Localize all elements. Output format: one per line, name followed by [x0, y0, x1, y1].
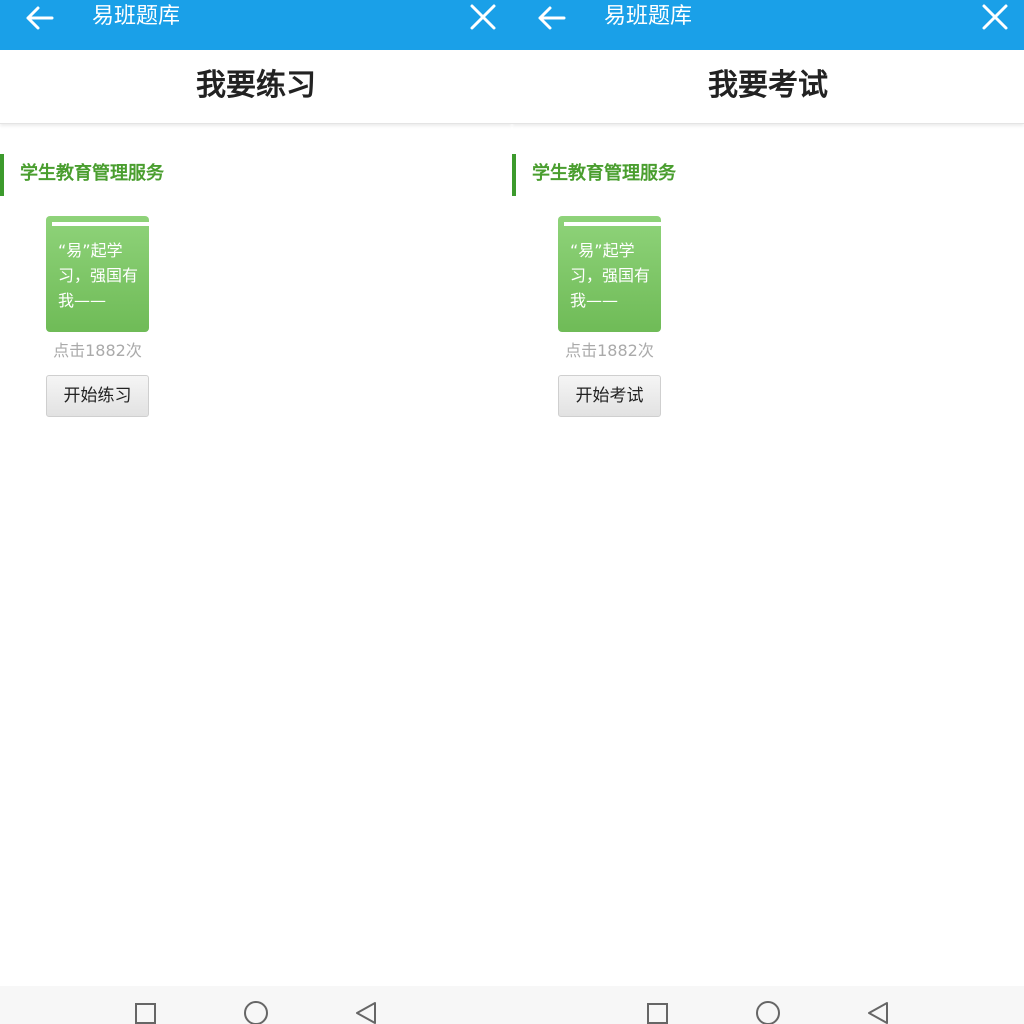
nav-back-button[interactable]	[346, 986, 386, 1024]
square-icon	[647, 1003, 668, 1024]
start-exam-button[interactable]: 开始考试	[558, 375, 661, 417]
nav-back-button[interactable]	[858, 986, 898, 1024]
home-button[interactable]	[748, 986, 788, 1024]
practice-screen: 易班题库 我要练习 学生教育管理服务 “易”起学习，强国有我—— 点击1882次…	[0, 0, 512, 1024]
app-title: 易班题库	[92, 4, 181, 29]
app-title: 易班题库	[604, 4, 693, 29]
question-bank-card[interactable]: “易”起学习，强国有我——	[558, 216, 661, 332]
close-icon	[470, 4, 496, 30]
app-top-bar: 易班题库	[0, 0, 512, 50]
back-button[interactable]	[22, 2, 62, 34]
start-practice-button[interactable]: 开始练习	[46, 375, 149, 417]
section-accent-bar	[0, 154, 4, 196]
arrow-left-icon	[538, 6, 566, 30]
close-button[interactable]	[978, 2, 1014, 34]
page-title: 我要考试	[708, 68, 828, 103]
click-count: 点击1882次	[53, 341, 142, 360]
page-header: 我要练习	[0, 50, 512, 124]
section-accent-bar	[512, 154, 516, 196]
book-title: “易”起学习，强国有我——	[570, 241, 651, 310]
book-cover-stripe	[52, 222, 149, 226]
close-icon	[982, 4, 1008, 30]
triangle-left-icon	[356, 1002, 376, 1024]
recent-apps-button[interactable]	[126, 986, 166, 1024]
arrow-left-icon	[26, 6, 54, 30]
page-header: 我要考试	[512, 50, 1024, 124]
recent-apps-button[interactable]	[638, 986, 678, 1024]
question-bank-card[interactable]: “易”起学习，强国有我——	[46, 216, 149, 332]
system-nav-bar	[0, 986, 512, 1024]
book-cover-stripe	[564, 222, 661, 226]
circle-icon	[756, 1001, 780, 1024]
section-title: 学生教育管理服务	[20, 163, 164, 184]
click-count: 点击1882次	[565, 341, 654, 360]
back-button[interactable]	[534, 2, 574, 34]
square-icon	[135, 1003, 156, 1024]
app-top-bar: 易班题库	[512, 0, 1024, 50]
section-title: 学生教育管理服务	[532, 163, 676, 184]
close-button[interactable]	[466, 2, 502, 34]
system-nav-bar	[512, 986, 1024, 1024]
home-button[interactable]	[236, 986, 276, 1024]
circle-icon	[244, 1001, 268, 1024]
triangle-left-icon	[868, 1002, 888, 1024]
book-title: “易”起学习，强国有我——	[58, 241, 139, 310]
exam-screen: 易班题库 我要考试 学生教育管理服务 “易”起学习，强国有我—— 点击1882次…	[512, 0, 1024, 1024]
page-title: 我要练习	[196, 68, 316, 103]
